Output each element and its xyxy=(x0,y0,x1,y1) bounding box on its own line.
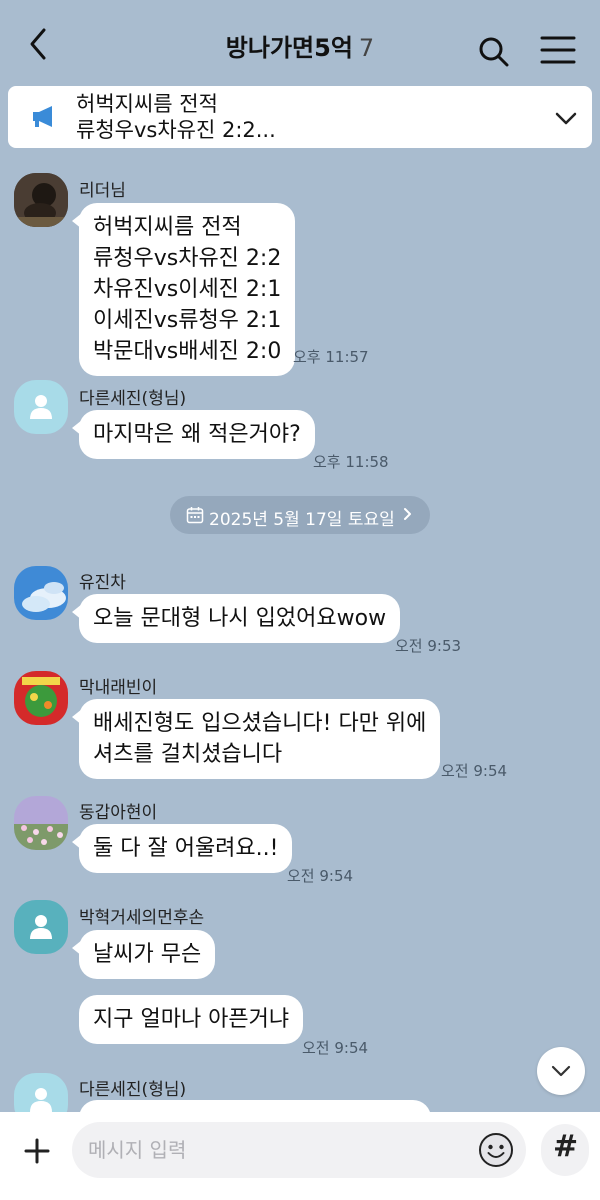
chevron-down-icon[interactable] xyxy=(552,104,580,132)
hashtag-button[interactable]: # xyxy=(541,1124,589,1176)
search-button[interactable] xyxy=(474,32,514,72)
avatar[interactable] xyxy=(14,566,68,620)
message-line: 오늘 문대형 나시 입었어요wow xyxy=(93,606,387,631)
message-line: 허벅지씨름 전적 xyxy=(93,215,242,240)
chevron-right-icon xyxy=(404,508,411,520)
message-time: 오전 9:54 xyxy=(287,867,354,885)
sender-name: 다른세진(형님) xyxy=(79,1080,187,1100)
message-line: 배세진형도 입으셨습니다! 다만 위에 xyxy=(93,711,427,736)
notice-text: 허벅지씨름 전적 류청우vs차유진 2:2... xyxy=(76,91,276,143)
message-line: 날씨가 무슨 xyxy=(93,942,202,967)
message-bubble[interactable]: 배세진형도 입으셨습니다! 다만 위에 셔츠를 걸치셨습니다 xyxy=(71,699,441,779)
chat-header: 방나가면5억 7 xyxy=(0,0,600,86)
avatar[interactable] xyxy=(14,380,68,434)
message-line: 둘 다 잘 어울려요..! xyxy=(93,836,279,861)
message-input[interactable] xyxy=(72,1122,526,1178)
search-icon xyxy=(479,37,509,67)
sky-photo-icon xyxy=(14,566,68,620)
hash-label: # xyxy=(553,1129,579,1164)
megaphone-icon xyxy=(33,106,52,127)
emoji-button[interactable] xyxy=(478,1132,514,1168)
message-bubble[interactable]: 둘 다 잘 어울려요..! xyxy=(71,824,293,873)
scroll-to-bottom-button[interactable] xyxy=(537,1047,585,1095)
message-time: 오전 9:54 xyxy=(441,762,508,780)
sender-name: 리더님 xyxy=(79,181,126,201)
message-line: 마지막은 왜 적은거야? xyxy=(93,422,301,447)
chat-room-name: 방나가면5억 xyxy=(225,34,353,62)
avatar[interactable] xyxy=(14,900,68,954)
message-line: 셔츠를 걸치셨습니다 xyxy=(93,742,283,767)
avatar[interactable] xyxy=(14,796,68,850)
notice-line-2: 류청우vs차유진 2:2... xyxy=(76,118,276,142)
flower-field-photo-icon xyxy=(14,796,68,850)
message-line: 이세진vs류청우 2:1 xyxy=(93,308,282,333)
chevron-down-icon xyxy=(551,1065,571,1077)
message-line: 류청우vs차유진 2:2 xyxy=(93,246,282,271)
member-count: 7 xyxy=(358,34,375,62)
message-bubble[interactable]: 마지막은 왜 적은거야? xyxy=(72,410,315,459)
sender-name: 동갑아현이 xyxy=(79,803,158,823)
message-bubble[interactable]: 지구 얼마나 아픈거냐 xyxy=(79,995,304,1044)
profile-photo-icon xyxy=(14,173,68,227)
menu-button[interactable] xyxy=(538,33,578,67)
sender-name: 유진차 xyxy=(79,573,126,593)
date-divider[interactable]: 2025년 5월 17일 토요일 xyxy=(170,496,430,534)
message-line: 지구 얼마나 아픈거냐 xyxy=(93,1007,290,1032)
message-line: 박문대vs배세진 2:0 xyxy=(93,339,282,364)
attach-button[interactable] xyxy=(16,1130,58,1172)
colorful-photo-icon xyxy=(14,671,68,725)
notice-line-1: 허벅지씨름 전적 xyxy=(76,92,218,116)
date-divider-text: 2025년 5월 17일 토요일 xyxy=(209,510,395,530)
default-profile-icon xyxy=(30,915,52,939)
message-time: 오후 11:58 xyxy=(313,453,389,471)
message-bubble[interactable]: 날씨가 무슨 xyxy=(71,930,216,979)
sender-name: 막내래빈이 xyxy=(79,678,158,698)
avatar[interactable] xyxy=(14,671,68,725)
plus-icon xyxy=(24,1138,50,1164)
default-profile-icon xyxy=(30,1088,52,1112)
message-bubble[interactable]: 오늘 문대형 나시 입었어요wow xyxy=(71,594,401,643)
avatar[interactable] xyxy=(14,173,68,227)
message-input-bar: # xyxy=(0,1112,600,1200)
message-time: 오전 9:53 xyxy=(395,637,462,655)
message-bubble[interactable]: 허벅지씨름 전적 류청우vs차유진 2:2 차유진vs이세진 2:1 이세진vs… xyxy=(71,203,296,376)
message-time: 오전 9:54 xyxy=(302,1039,369,1057)
calendar-icon xyxy=(186,507,204,524)
message-line: 차유진vs이세진 2:1 xyxy=(93,277,282,302)
emoji-icon xyxy=(479,1133,513,1167)
sender-name: 다른세진(형님) xyxy=(79,389,187,409)
pinned-notice[interactable]: 허벅지씨름 전적 류청우vs차유진 2:2... xyxy=(8,86,592,148)
hamburger-menu-icon xyxy=(540,36,576,64)
sender-name: 박혁거세의먼후손 xyxy=(79,908,205,928)
message-time: 오후 11:57 xyxy=(293,348,369,366)
default-profile-icon xyxy=(30,395,52,419)
